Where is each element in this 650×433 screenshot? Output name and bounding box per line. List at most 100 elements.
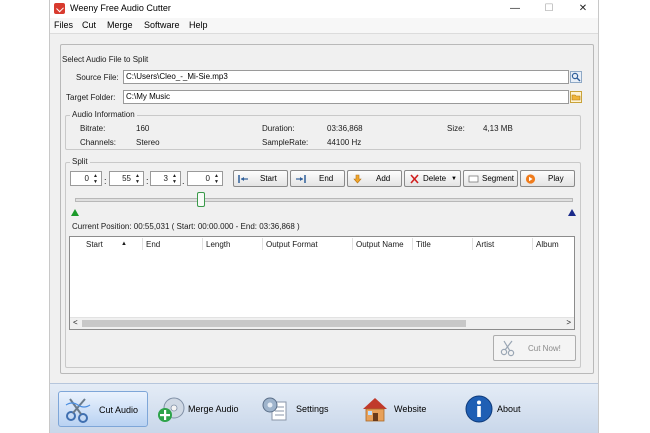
column-header-artist[interactable]: Artist: [476, 240, 494, 249]
about-button[interactable]: About: [460, 391, 530, 427]
time-separator: .: [182, 176, 185, 186]
file-section-heading: Select Audio File to Split: [62, 55, 149, 64]
column-header-album[interactable]: Album: [536, 240, 559, 249]
target-folder-label: Target Folder:: [66, 93, 116, 102]
time-separator: :: [146, 176, 149, 186]
cut-now-label: Cut Now!: [528, 344, 561, 353]
merge-audio-button[interactable]: Merge Audio: [152, 391, 248, 427]
play-button-label: Play: [548, 174, 564, 183]
website-label: Website: [394, 404, 427, 414]
current-position-text: Current Position: 00:55,031 ( Start: 00:…: [72, 222, 300, 231]
close-button[interactable]: ✕: [566, 0, 600, 18]
settings-label: Settings: [296, 404, 329, 414]
set-end-button[interactable]: End: [290, 170, 345, 187]
start-button-label: Start: [260, 174, 277, 183]
column-header-output-format[interactable]: Output Format: [266, 240, 318, 249]
scissors-icon: [500, 340, 515, 357]
milliseconds-spinner[interactable]: 0 ▲ ▼: [187, 171, 223, 186]
window-title: Weeny Free Audio Cutter: [70, 3, 171, 13]
spin-down-icon[interactable]: ▼: [212, 179, 221, 185]
target-browse-button[interactable]: [570, 91, 582, 103]
column-separator: [352, 238, 353, 250]
end-marker-triangle[interactable]: [568, 209, 576, 216]
minutes-spinner[interactable]: 55 ▲ ▼: [109, 171, 144, 186]
spin-down-icon[interactable]: ▼: [133, 179, 142, 185]
source-file-input[interactable]: C:\Users\Cleo_-_Mi-Sie.mp3: [123, 70, 569, 84]
column-separator: [262, 238, 263, 250]
play-icon: [525, 174, 536, 184]
segment-button[interactable]: Segment: [463, 170, 518, 187]
position-slider-thumb[interactable]: [197, 192, 206, 207]
maximize-button[interactable]: ☐: [532, 0, 566, 18]
menu-cut[interactable]: Cut: [82, 20, 96, 30]
position-slider-track[interactable]: [75, 198, 573, 202]
column-separator: [412, 238, 413, 250]
spin-down-icon[interactable]: ▼: [91, 179, 100, 185]
split-title: Split: [70, 157, 90, 166]
merge-audio-icon: [158, 397, 185, 422]
target-folder-input[interactable]: C:\My Music: [123, 90, 569, 104]
segment-button-label: Segment: [482, 174, 515, 183]
play-button[interactable]: Play: [520, 170, 575, 187]
hours-spinner[interactable]: 0 ▲ ▼: [70, 171, 102, 186]
add-button[interactable]: Add: [347, 170, 402, 187]
settings-button[interactable]: Settings: [256, 391, 336, 427]
horizontal-scrollbar[interactable]: < >: [70, 317, 574, 329]
scrollbar-thumb[interactable]: [82, 320, 466, 327]
scroll-right-arrow[interactable]: >: [566, 318, 571, 327]
about-label: About: [497, 404, 521, 414]
set-start-button[interactable]: Start: [233, 170, 288, 187]
column-separator: [202, 238, 203, 250]
segment-icon: [468, 175, 479, 183]
cut-audio-label: Cut Audio: [99, 405, 139, 415]
column-header-title[interactable]: Title: [416, 240, 431, 249]
menu-bar: Files Cut Merge Software Help: [50, 18, 598, 34]
delete-x-icon: [410, 174, 419, 184]
website-button[interactable]: Website: [356, 391, 436, 427]
column-separator: [532, 238, 533, 250]
channels-label: Channels:: [80, 138, 117, 147]
cut-audio-icon: [65, 398, 91, 423]
menu-merge[interactable]: Merge: [107, 20, 133, 30]
search-icon: [571, 72, 581, 82]
settings-icon: [262, 397, 287, 421]
column-header-end[interactable]: End: [146, 240, 160, 249]
start-marker-triangle[interactable]: [71, 209, 79, 216]
duration-label: Duration:: [262, 124, 295, 133]
column-separator: [142, 238, 143, 250]
samplerate-label: SampleRate:: [262, 138, 309, 147]
seconds-value: 3: [163, 174, 168, 183]
menu-files[interactable]: Files: [54, 20, 73, 30]
house-icon: [363, 398, 387, 422]
start-marker-icon: [238, 175, 248, 183]
menu-software[interactable]: Software: [144, 20, 180, 30]
bitrate-value: 160: [136, 124, 150, 133]
delete-dropdown-button[interactable]: Delete ▼: [404, 170, 461, 187]
column-header-length[interactable]: Length: [206, 240, 230, 249]
cut-audio-button[interactable]: Cut Audio: [58, 391, 148, 427]
segments-list[interactable]: Start ▲ End Length Output Format Output …: [69, 236, 575, 330]
seconds-spinner[interactable]: 3 ▲ ▼: [150, 171, 181, 186]
folder-icon: [571, 94, 581, 101]
source-file-label: Source File:: [76, 73, 119, 82]
sort-ascending-icon: ▲: [121, 241, 127, 247]
delete-button-label: Delete: [423, 174, 447, 183]
minutes-value: 55: [122, 174, 131, 183]
cut-now-button[interactable]: Cut Now!: [493, 335, 576, 361]
arrow-down-icon: [353, 174, 362, 184]
channels-value: Stereo: [136, 138, 160, 147]
menu-help[interactable]: Help: [189, 20, 208, 30]
column-header-output-name[interactable]: Output Name: [356, 240, 404, 249]
column-header-start[interactable]: Start: [86, 240, 103, 249]
info-icon: [465, 395, 493, 423]
merge-audio-label: Merge Audio: [188, 404, 239, 414]
spin-down-icon[interactable]: ▼: [170, 179, 179, 185]
source-browse-button[interactable]: [570, 71, 582, 83]
scroll-left-arrow[interactable]: <: [73, 318, 78, 327]
end-marker-icon: [296, 175, 306, 183]
size-label: Size:: [447, 124, 465, 133]
minimize-button[interactable]: —: [498, 0, 532, 18]
bitrate-label: Bitrate:: [80, 124, 106, 133]
end-button-label: End: [319, 174, 334, 183]
add-button-label: Add: [376, 174, 391, 183]
